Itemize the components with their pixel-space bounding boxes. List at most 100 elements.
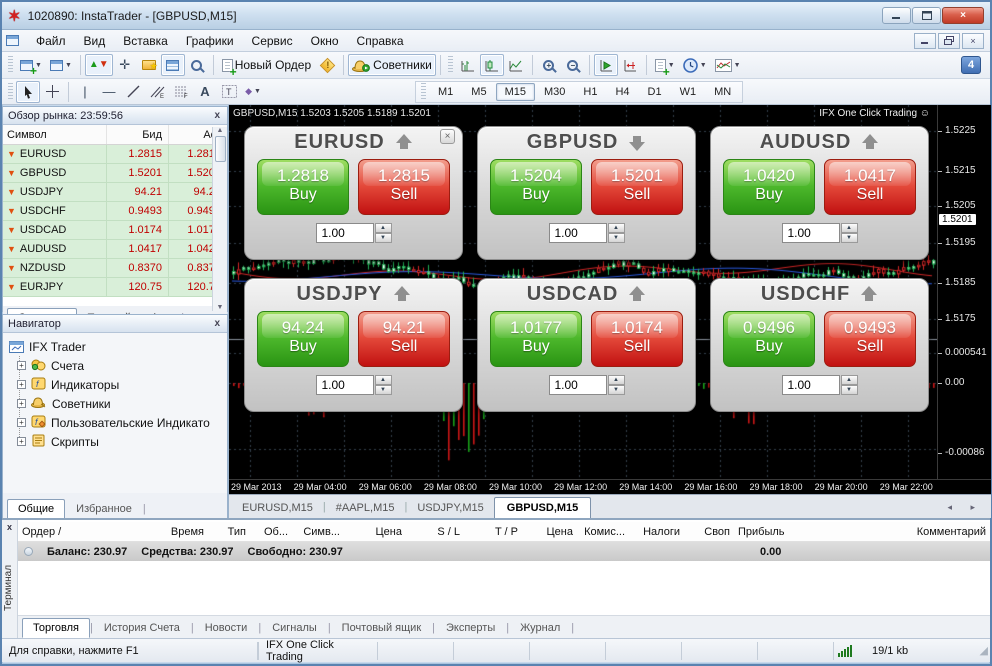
stepper-up-icon[interactable]: ▲ xyxy=(608,223,625,233)
volume-input[interactable] xyxy=(782,375,840,395)
volume-stepper[interactable]: ▲▼ xyxy=(841,223,858,243)
sell-button[interactable]: 1.5201Sell xyxy=(591,159,683,215)
column-header-symbol[interactable]: Символ xyxy=(3,125,107,144)
watch-row-USDCHF[interactable]: ▼USDCHF0.94930.9496 xyxy=(3,202,227,221)
alerts-button[interactable]: ! xyxy=(315,54,339,76)
tree-item-3[interactable]: +Советники xyxy=(17,394,227,413)
tree-item-4[interactable]: +fПользовательские Индикато xyxy=(17,413,227,432)
stepper-down-icon[interactable]: ▼ xyxy=(608,385,625,395)
menu-item-Справка[interactable]: Справка xyxy=(348,32,413,50)
navigator-toggle[interactable] xyxy=(137,54,161,76)
tree-item-2[interactable]: +fИндикаторы xyxy=(17,375,227,394)
periods-button[interactable]: ▼ xyxy=(679,54,711,76)
terminal-tab-6[interactable]: Эксперты xyxy=(435,618,506,638)
volume-stepper[interactable]: ▲▼ xyxy=(375,375,392,395)
chart-shift-button[interactable] xyxy=(618,54,642,76)
terminal-column-5[interactable]: Симв... xyxy=(292,526,344,538)
volume-stepper[interactable]: ▲▼ xyxy=(608,223,625,243)
zoom-in-button[interactable]: + xyxy=(537,54,561,76)
bar-chart-button[interactable] xyxy=(456,54,480,76)
volume-stepper[interactable]: ▲▼ xyxy=(375,223,392,243)
strategy-tester-button[interactable] xyxy=(185,54,209,76)
navigator-tab-1[interactable]: Общие xyxy=(7,499,65,519)
terminal-column-4[interactable]: Об... xyxy=(250,526,292,538)
timeframe-button-D1[interactable]: D1 xyxy=(639,83,671,101)
watch-row-USDJPY[interactable]: ▼USDJPY94.2194.24 xyxy=(3,183,227,202)
menu-item-Вставка[interactable]: Вставка xyxy=(114,32,177,50)
time-axis[interactable]: 29 Mar 201329 Mar 04:0029 Mar 06:0029 Ma… xyxy=(229,479,991,494)
watch-row-USDCAD[interactable]: ▼USDCAD1.01741.0177 xyxy=(3,221,227,240)
buy-button[interactable]: 1.5204Buy xyxy=(490,159,582,215)
timeframe-button-MN[interactable]: MN xyxy=(705,83,740,101)
tree-item-5[interactable]: +Скрипты xyxy=(17,432,227,451)
channel-button[interactable]: E xyxy=(145,81,169,103)
indicators-button[interactable]: +▼ xyxy=(651,54,679,76)
chart-tab-USDJPYM15[interactable]: USDJPY,M15 xyxy=(407,498,493,518)
stepper-down-icon[interactable]: ▼ xyxy=(841,233,858,243)
volume-input[interactable] xyxy=(782,223,840,243)
terminal-tab-2[interactable]: История Счета xyxy=(93,618,191,638)
volume-stepper[interactable]: ▲▼ xyxy=(608,375,625,395)
terminal-column-12[interactable]: Своп xyxy=(684,526,734,538)
terminal-close-icon[interactable]: x xyxy=(2,520,17,532)
menu-item-Графики[interactable]: Графики xyxy=(177,32,243,50)
fibonacci-button[interactable]: F xyxy=(169,81,193,103)
stepper-up-icon[interactable]: ▲ xyxy=(375,375,392,385)
volume-stepper[interactable]: ▲▼ xyxy=(841,375,858,395)
toolbar-grip[interactable] xyxy=(8,83,13,101)
profiles-button[interactable]: ▼ xyxy=(46,54,76,76)
stepper-up-icon[interactable]: ▲ xyxy=(375,223,392,233)
new-chart-button[interactable]: +▼ xyxy=(16,54,46,76)
widget-close-button[interactable]: × xyxy=(440,129,455,144)
expand-plus-icon[interactable]: + xyxy=(17,399,26,408)
cursor-tool-button[interactable] xyxy=(16,81,40,103)
one-click-widget-AUDUSD[interactable]: AUDUSD1.0420Buy1.0417Sell▲▼ xyxy=(710,126,929,260)
terminal-tab-1[interactable]: Торговля xyxy=(22,618,90,638)
terminal-tab-4[interactable]: Сигналы xyxy=(261,618,328,638)
chart-window[interactable]: GBPUSD,M15 1.5203 1.5205 1.5189 1.5201 I… xyxy=(228,105,990,518)
expand-plus-icon[interactable]: + xyxy=(17,380,26,389)
candlestick-button[interactable] xyxy=(480,54,504,76)
one-click-widget-USDJPY[interactable]: USDJPY94.24Buy94.21Sell▲▼ xyxy=(244,278,463,412)
watch-row-EURUSD[interactable]: ▼EURUSD1.28151.2818 xyxy=(3,145,227,164)
toolbar-grip[interactable] xyxy=(448,56,453,74)
volume-input[interactable] xyxy=(316,223,374,243)
timeframe-button-M5[interactable]: M5 xyxy=(462,83,495,101)
timeframe-button-H1[interactable]: H1 xyxy=(574,83,606,101)
chart-tab-GBPUSDM15[interactable]: GBPUSD,M15 xyxy=(494,497,592,518)
timeframe-button-H4[interactable]: H4 xyxy=(606,83,638,101)
watch-row-NZDUSD[interactable]: ▼NZDUSD0.83700.8373 xyxy=(3,259,227,278)
expand-plus-icon[interactable]: + xyxy=(17,437,26,446)
vertical-line-button[interactable]: | xyxy=(73,81,97,103)
crosshair-tool-button[interactable] xyxy=(40,81,64,103)
mdi-minimize-button[interactable] xyxy=(914,33,936,49)
market-watch-close-icon[interactable]: x xyxy=(212,110,222,121)
mdi-restore-button[interactable] xyxy=(938,33,960,49)
new-order-button[interactable]: +Новый Ордер xyxy=(218,54,315,76)
sell-button[interactable]: 1.0174Sell xyxy=(591,311,683,367)
one-click-widget-GBPUSD[interactable]: GBPUSD1.5204Buy1.5201Sell▲▼ xyxy=(477,126,696,260)
comments-badge[interactable]: 4 xyxy=(961,56,981,74)
shapes-button[interactable]: ◆▼ xyxy=(241,81,265,103)
tree-root[interactable]: IFX Trader xyxy=(9,337,227,356)
price-axis[interactable]: 1.52251.52151.52051.51951.51851.51751.52… xyxy=(937,105,991,479)
stepper-up-icon[interactable]: ▲ xyxy=(841,223,858,233)
buy-button[interactable]: 1.2818Buy xyxy=(257,159,349,215)
timeframe-button-M30[interactable]: M30 xyxy=(535,83,574,101)
terminal-column-11[interactable]: Налоги xyxy=(629,526,684,538)
expand-plus-icon[interactable]: + xyxy=(17,361,26,370)
stepper-down-icon[interactable]: ▼ xyxy=(608,233,625,243)
volume-input[interactable] xyxy=(549,223,607,243)
minimize-button[interactable] xyxy=(882,7,911,24)
terminal-column-8[interactable]: T / P xyxy=(464,526,522,538)
market-watch-header[interactable]: Обзор рынка: 23:59:56x xyxy=(3,107,227,125)
text-label-button[interactable]: T xyxy=(217,81,241,103)
terminal-column-2[interactable]: Время xyxy=(113,526,208,538)
terminal-tab-5[interactable]: Почтовый ящик xyxy=(331,618,432,638)
sell-button[interactable]: 1.2815Sell xyxy=(358,159,450,215)
close-button[interactable]: × xyxy=(942,7,984,24)
sell-button[interactable]: 94.21Sell xyxy=(358,311,450,367)
stepper-down-icon[interactable]: ▼ xyxy=(375,233,392,243)
sell-button[interactable]: 0.9493Sell xyxy=(824,311,916,367)
volume-input[interactable] xyxy=(549,375,607,395)
